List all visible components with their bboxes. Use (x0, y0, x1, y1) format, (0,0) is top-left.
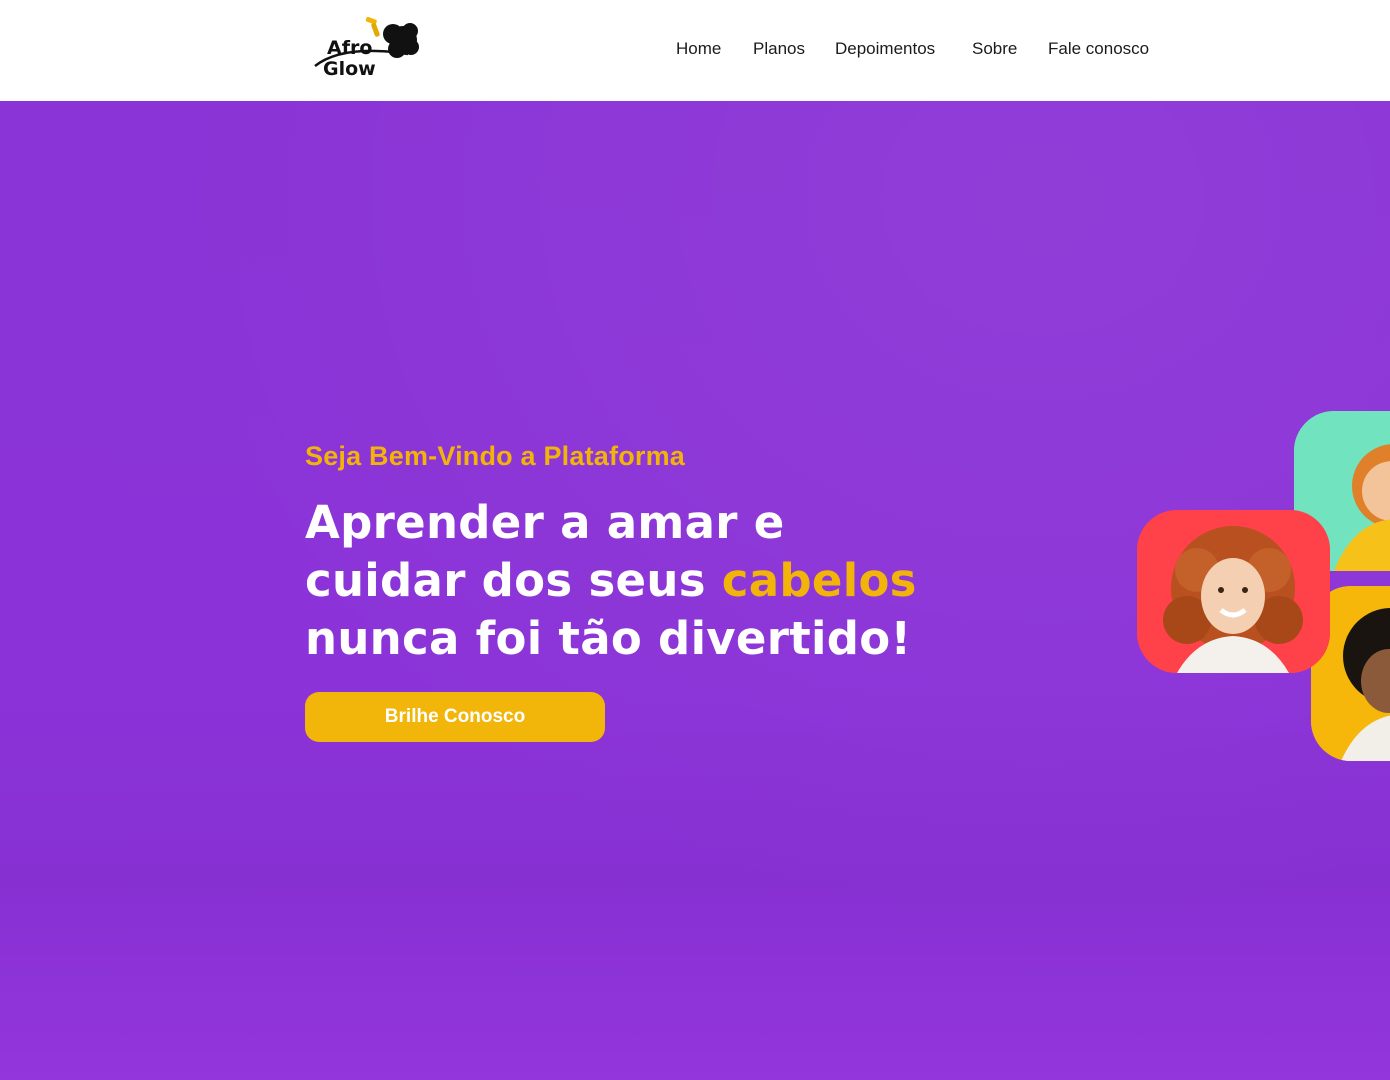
nav-fale-conosco[interactable]: Fale conosco (1048, 39, 1149, 59)
hero-headline: Aprender a amar e cuidar dos seus cabelo… (305, 494, 1005, 668)
nav-planos[interactable]: Planos (753, 39, 805, 59)
headline-line-2-text: cuidar dos seus (305, 554, 722, 607)
headline-line-2: cuidar dos seus cabelos (305, 552, 1005, 610)
hero-eyebrow: Seja Bem-Vindo a Plataforma (305, 441, 686, 471)
logo-graphic: Afro Glow (314, 16, 419, 80)
nav-depoimentos[interactable]: Depoimentos (835, 39, 935, 59)
logo-text-glow: Glow (323, 58, 376, 80)
child-photo-red-icon (1137, 510, 1330, 673)
site-header: Afro Glow Home Planos Depoimentos Sobre … (0, 0, 1390, 101)
headline-line-1: Aprender a amar e (305, 496, 785, 549)
afro-glow-logo[interactable]: Afro Glow (313, 14, 421, 80)
logo-text-afro: Afro (327, 37, 372, 59)
nav-home[interactable]: Home (676, 39, 721, 59)
headline-line-3: nunca foi tão divertido! (305, 612, 912, 665)
child-photo-curly-red-hair (1137, 510, 1330, 673)
headline-accent-word: cabelos (721, 554, 917, 607)
brilhe-conosco-button[interactable]: Brilhe Conosco (305, 692, 605, 742)
nav-sobre[interactable]: Sobre (972, 39, 1017, 59)
hero-section: Seja Bem-Vindo a Plataforma Aprender a a… (0, 101, 1390, 1080)
